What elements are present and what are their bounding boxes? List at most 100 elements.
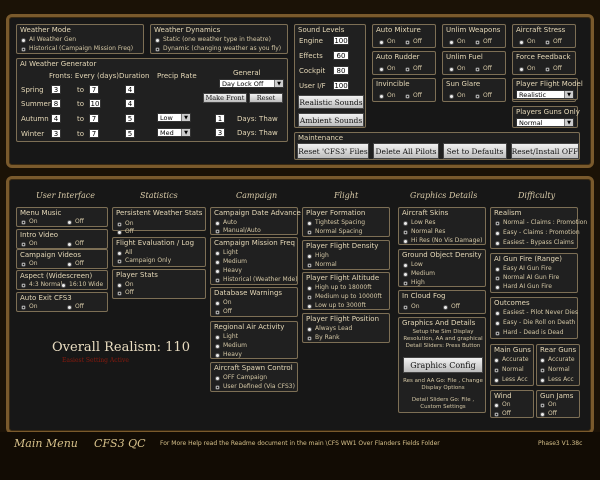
toggle-off[interactable]: Off <box>475 92 492 100</box>
gun-jams-option[interactable]: Off <box>540 410 557 418</box>
season-to-input[interactable]: 7 <box>89 85 99 94</box>
toggle-off[interactable]: Off <box>405 38 422 46</box>
toggle-off[interactable]: Off <box>475 65 492 73</box>
ai-gun-fire-option[interactable]: Normal AI Gun Fire <box>495 274 559 282</box>
mission-freq-option[interactable]: Medium <box>215 258 247 266</box>
thaw-input-2[interactable]: 3 <box>215 128 225 137</box>
rear-guns-option[interactable]: Accurate <box>540 356 575 364</box>
intro-video-option[interactable]: On <box>21 240 38 248</box>
toggle-off[interactable]: Off <box>545 65 562 73</box>
ambient-sounds-button[interactable]: Ambient Sounds <box>298 113 364 127</box>
flight-eval-option[interactable]: All <box>117 249 132 257</box>
menu-music-option[interactable]: On <box>21 218 38 226</box>
ai-gun-fire-option[interactable]: Easy AI Gun Fire <box>495 265 552 273</box>
skins-option[interactable]: Hi Res (No Vis Damage) <box>403 237 482 245</box>
main-menu-button[interactable]: Main Menu <box>14 437 78 450</box>
weather-dynamics-static[interactable]: Static (one weather type in theatre) <box>155 36 271 44</box>
altitude-option[interactable]: Low up to 3000ft <box>307 302 366 310</box>
graphics-config-button[interactable]: Graphics Config <box>403 357 483 373</box>
db-warnings-option[interactable]: Off <box>215 308 232 316</box>
position-option[interactable]: Always Lead <box>307 325 352 333</box>
season-to-input[interactable]: 7 <box>89 114 99 123</box>
weather-mode-historical[interactable]: Historical (Campaign Mission Freq) <box>21 45 133 53</box>
formation-option[interactable]: Normal Spacing <box>307 228 363 236</box>
flight-eval-option[interactable]: Campaign Only <box>117 257 171 265</box>
main-guns-option[interactable]: Less Acc <box>494 376 528 384</box>
realistic-sounds-button[interactable]: Realistic Sounds <box>298 95 364 109</box>
campaign-videos-option[interactable]: On <box>21 260 38 268</box>
toggle-on[interactable]: On <box>449 92 466 100</box>
density-option[interactable]: High <box>307 252 329 260</box>
in-cloud-fog-option[interactable]: Off <box>443 303 460 311</box>
persistent-stats-option[interactable]: On <box>117 220 134 228</box>
campaign-videos-option[interactable]: Off <box>67 260 84 268</box>
outcomes-option[interactable]: Easiest - Pilot Never Dies <box>495 309 578 317</box>
delete-all-pilots-button[interactable]: Delete All Pilots <box>373 143 439 159</box>
realism-option[interactable]: Easy - Claims : Promotion <box>495 229 580 237</box>
effects-input[interactable]: 60 <box>333 51 349 60</box>
user-if-input[interactable]: 100 <box>333 81 349 90</box>
density-option[interactable]: Normal <box>307 261 337 269</box>
rear-guns-option[interactable]: Normal <box>540 366 570 374</box>
auto-exit-option[interactable]: On <box>21 303 38 311</box>
db-warnings-option[interactable]: On <box>215 299 232 307</box>
altitude-option[interactable]: High up to 18000ft <box>307 284 372 292</box>
reset-cfs3-files-button[interactable]: Reset 'CFS3' Files <box>297 143 369 159</box>
season-duration-input[interactable]: 4 <box>125 99 135 108</box>
toggle-off[interactable]: Off <box>475 38 492 46</box>
season-duration-input[interactable]: 5 <box>125 114 135 123</box>
gun-jams-option[interactable]: On <box>540 401 557 409</box>
date-advance-option[interactable]: Manual/Auto <box>215 227 261 235</box>
spawn-control-option[interactable]: User Defined (Via CFS3) <box>215 383 295 391</box>
menu-music-option[interactable]: Off <box>67 218 84 226</box>
guns-only-select[interactable]: Normal ▼ <box>516 118 574 127</box>
aspect-option[interactable]: 16:10 Wide <box>61 281 103 289</box>
thaw-input-1[interactable]: 1 <box>215 114 225 123</box>
reset-weather-button[interactable]: Reset <box>249 93 283 103</box>
precip-select-2[interactable]: Med ▼ <box>157 128 191 137</box>
flight-model-select[interactable]: Realistic ▼ <box>516 90 574 99</box>
weather-mode-aigen[interactable]: AI Weather Gen <box>21 36 76 44</box>
toggle-on[interactable]: On <box>379 65 396 73</box>
altitude-option[interactable]: Medium up to 10000ft <box>307 293 382 301</box>
mission-freq-option[interactable]: Heavy <box>215 267 242 275</box>
precip-select-1[interactable]: Low ▼ <box>157 113 191 122</box>
auto-exit-option[interactable]: Off <box>67 303 84 311</box>
regional-ai-option[interactable]: Heavy <box>215 351 242 359</box>
make-front-button[interactable]: Make Front <box>203 93 247 103</box>
toggle-off[interactable]: Off <box>545 38 562 46</box>
season-from-input[interactable]: 8 <box>51 99 61 108</box>
weather-dynamics-dynamic[interactable]: Dynamic (changing weather as you fly) <box>155 45 281 53</box>
season-from-input[interactable]: 3 <box>51 85 61 94</box>
toggle-on[interactable]: On <box>379 92 396 100</box>
regional-ai-option[interactable]: Light <box>215 333 238 341</box>
toggle-off[interactable]: Off <box>405 65 422 73</box>
wind-option[interactable]: Off <box>494 410 511 418</box>
position-option[interactable]: By Rank <box>307 334 340 342</box>
player-stats-option[interactable]: On <box>117 281 134 289</box>
skins-option[interactable]: Normal Res <box>403 228 445 236</box>
main-guns-option[interactable]: Accurate <box>494 356 529 364</box>
toggle-on[interactable]: On <box>449 65 466 73</box>
persistent-stats-option[interactable]: Off <box>117 228 134 236</box>
outcomes-option[interactable]: Hard - Dead is Dead <box>495 329 564 337</box>
regional-ai-option[interactable]: Medium <box>215 342 247 350</box>
intro-video-option[interactable]: Off <box>67 240 84 248</box>
in-cloud-fog-option[interactable]: On <box>403 303 420 311</box>
ai-gun-fire-option[interactable]: Hard AI Gun Fire <box>495 283 552 291</box>
mission-freq-option[interactable]: Light <box>215 249 238 257</box>
mission-freq-option[interactable]: Historical (Weather Mde) <box>215 276 298 284</box>
spawn-control-option[interactable]: OFF Campaign <box>215 374 267 382</box>
aspect-option[interactable]: 4:3 Normal <box>21 281 62 289</box>
season-from-input[interactable]: 3 <box>51 129 61 138</box>
player-stats-option[interactable]: Off <box>117 289 134 297</box>
date-advance-option[interactable]: Auto <box>215 219 237 227</box>
cockpit-input[interactable]: 80 <box>333 66 349 75</box>
season-duration-input[interactable]: 5 <box>125 129 135 138</box>
toggle-off[interactable]: Off <box>405 92 422 100</box>
realism-option[interactable]: Easiest - Bypass Claims <box>495 239 574 247</box>
toggle-on[interactable]: On <box>379 38 396 46</box>
toggle-on[interactable]: On <box>449 38 466 46</box>
season-to-input[interactable]: 7 <box>89 129 99 138</box>
realism-option[interactable]: Normal - Claims : Promotion <box>495 219 587 227</box>
